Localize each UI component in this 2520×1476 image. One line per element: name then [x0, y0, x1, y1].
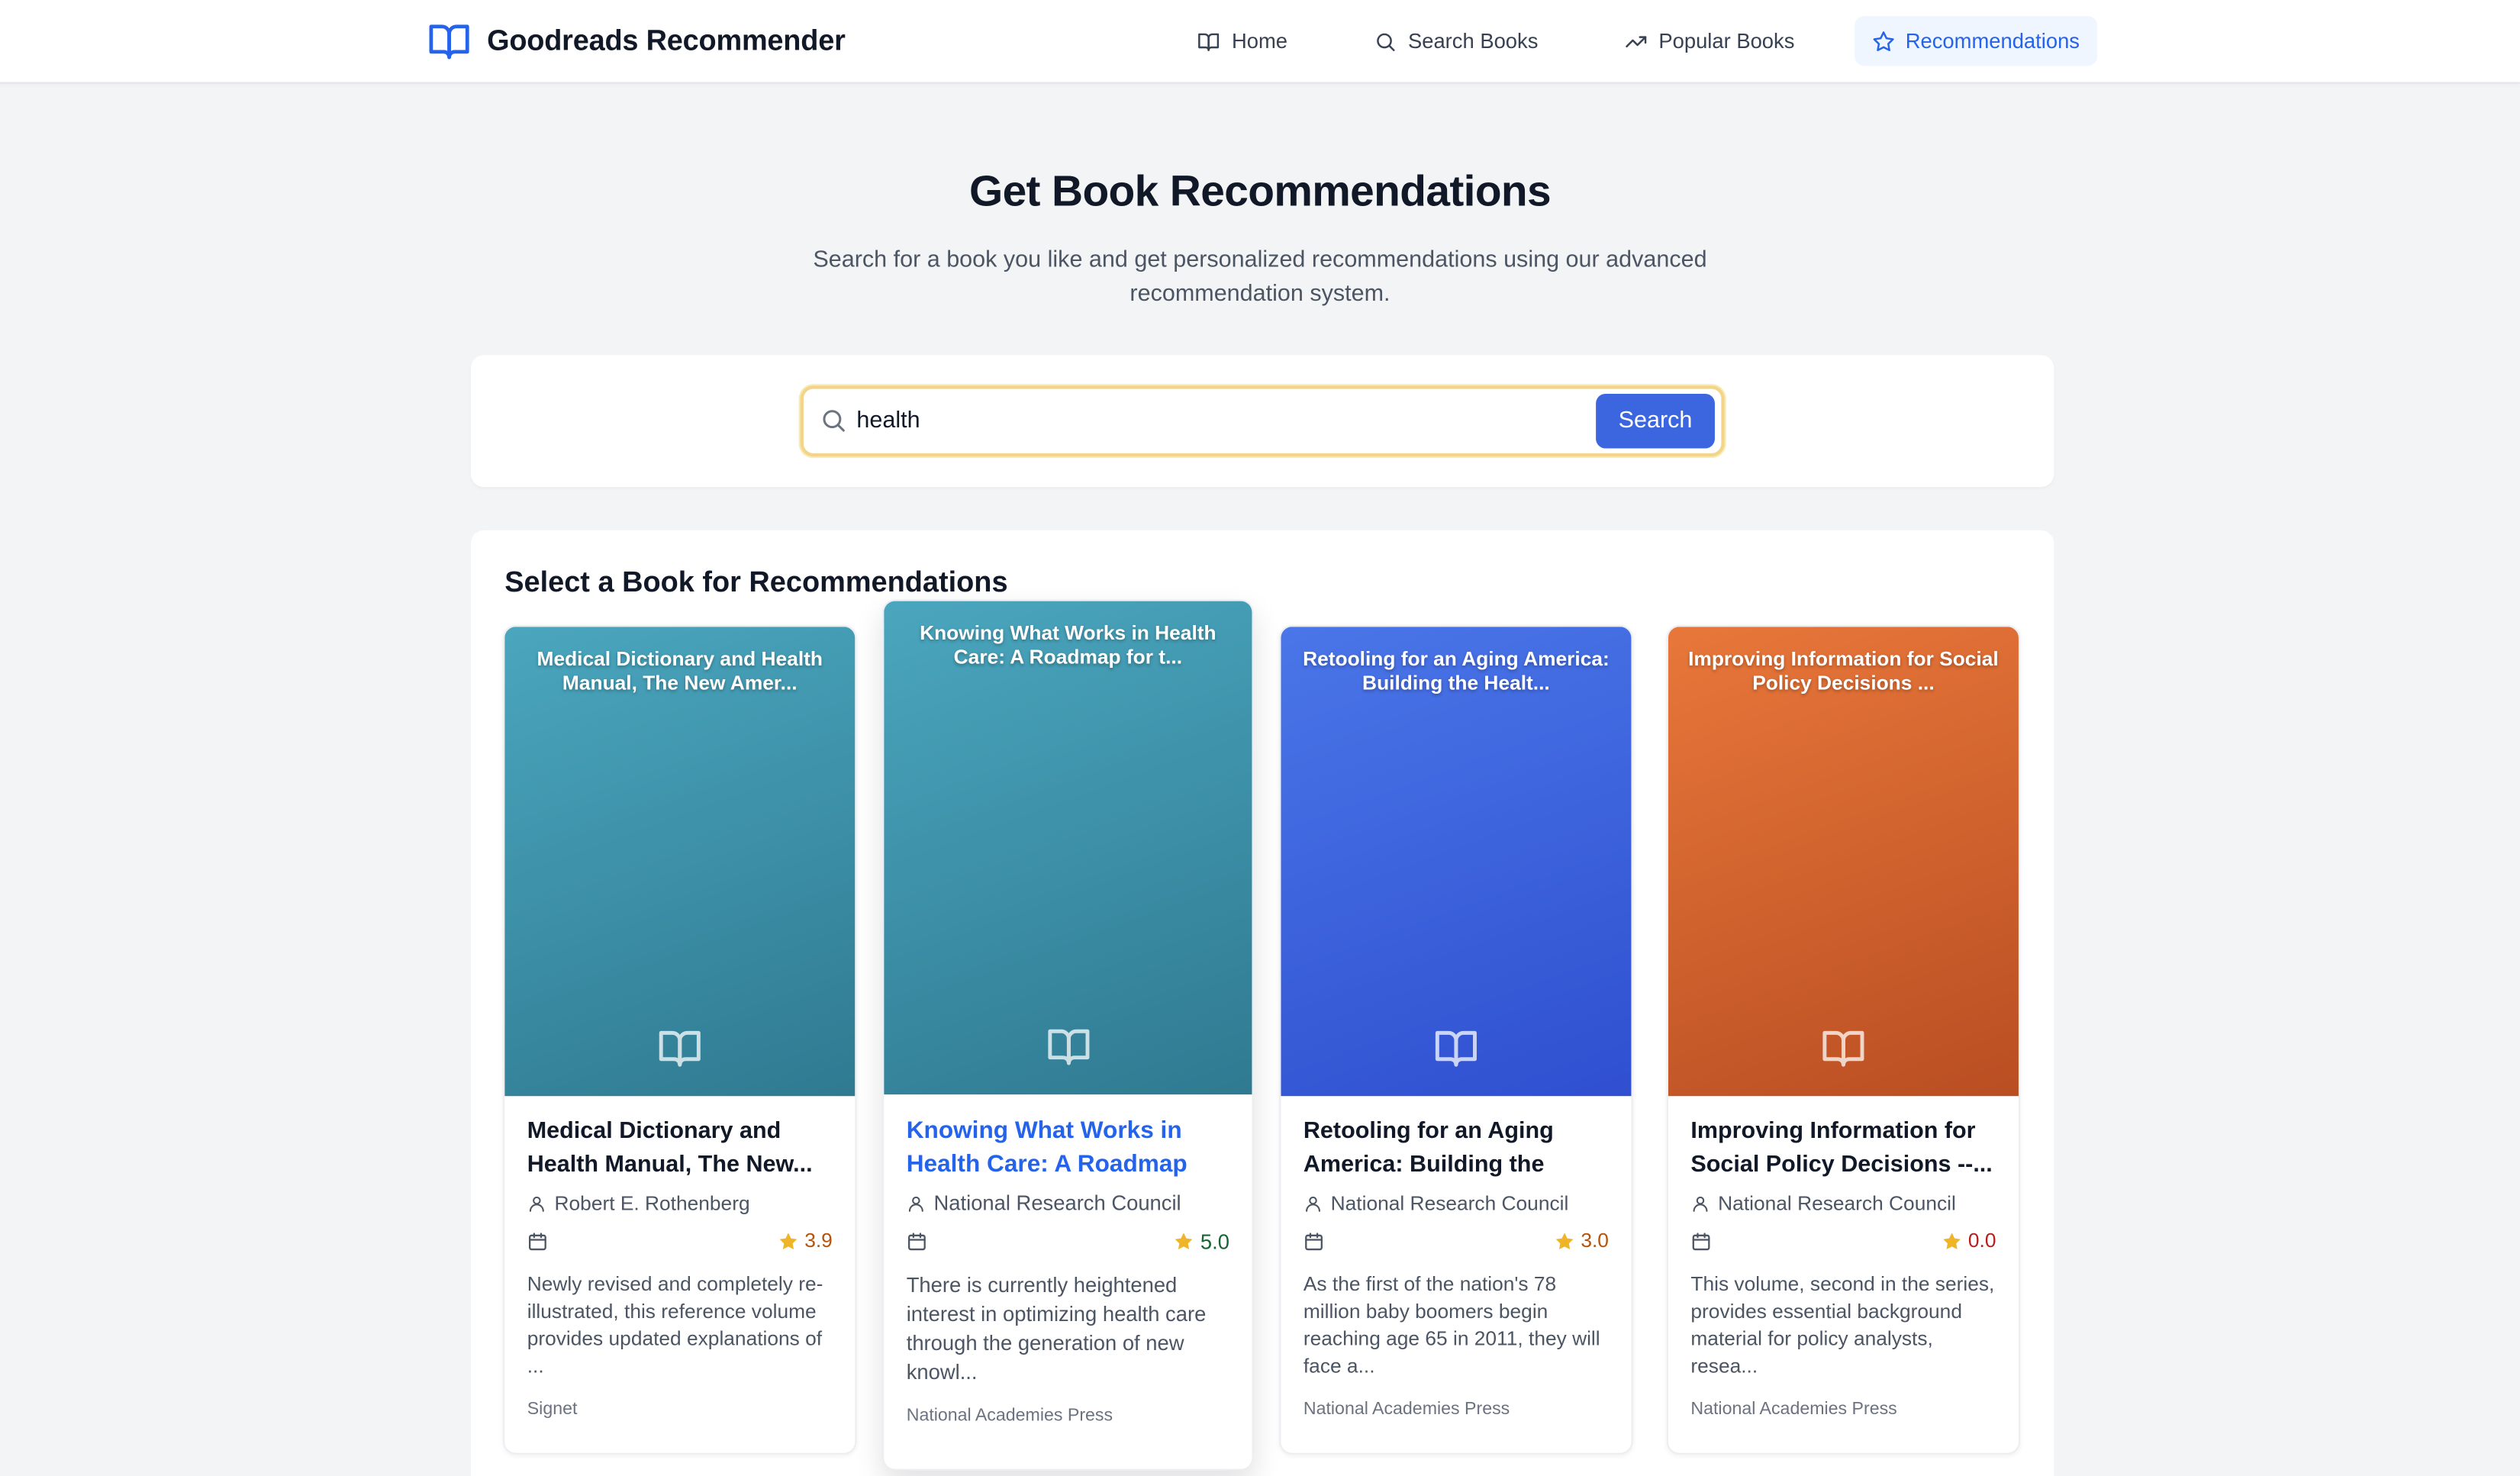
app-name: Goodreads Recommender: [487, 24, 846, 56]
book-card[interactable]: Retooling for an Aging America: Building…: [1279, 625, 1633, 1455]
trending-up-icon: [1626, 35, 1647, 47]
open-book-icon: [659, 1030, 701, 1067]
results-title: Select a Book for Recommendations: [504, 566, 1008, 598]
rating: 3.0: [1554, 1229, 1609, 1252]
open-book-icon: [1822, 1030, 1864, 1067]
nav-popular-books[interactable]: Popular Books: [1607, 16, 1813, 66]
calendar-icon: [907, 1232, 926, 1250]
meta-row: 0.0: [1690, 1228, 1996, 1254]
book-cover: Knowing What Works in Health Care: A Roa…: [884, 601, 1252, 1095]
author-name: National Research Council: [1330, 1192, 1569, 1216]
book-description: This volume, second in the series, provi…: [1690, 1272, 1995, 1378]
search-icon: [823, 410, 845, 432]
top-navbar: Goodreads Recommender Home Search Books …: [0, 0, 2520, 84]
book-card[interactable]: Medical Dictionary and Health Manual, Th…: [503, 625, 857, 1455]
rating: 0.0: [1941, 1229, 1996, 1252]
calendar-icon: [1305, 1232, 1323, 1250]
rating-value: 5.0: [1200, 1228, 1229, 1253]
open-book-icon: [429, 24, 469, 60]
calendar-icon: [1692, 1232, 1710, 1250]
book-cover: Improving Information for Social Policy …: [1668, 627, 2019, 1097]
book-title: Medical Dictionary and Health Manual, Th…: [527, 1118, 813, 1178]
book-title: Retooling for an Aging America: Building…: [1303, 1118, 1554, 1178]
book-card[interactable]: Improving Information for Social Policy …: [1666, 625, 2021, 1455]
search-panel: Search: [471, 355, 2054, 488]
book-icon: [1198, 32, 1220, 50]
book-card[interactable]: Knowing What Works in Health Care: A Roa…: [882, 599, 1254, 1471]
star-icon: [1942, 1232, 1961, 1249]
nav-recommendations[interactable]: Recommendations: [1854, 16, 2098, 66]
author-name: Robert E. Rothenberg: [554, 1192, 750, 1216]
book-title: Improving Information for Social Policy …: [1690, 1118, 1993, 1178]
main-nav: Home Search Books Popular Books Recommen…: [1181, 16, 2098, 66]
open-book-icon: [1047, 1029, 1089, 1065]
nav-home[interactable]: Home: [1181, 16, 1306, 66]
book-description: As the first of the nation's 78 million …: [1303, 1272, 1600, 1378]
book-publisher: National Academies Press: [1690, 1400, 1897, 1420]
search-icon: [1377, 32, 1395, 50]
book-publisher: National Academies Press: [906, 1406, 1113, 1426]
user-icon: [908, 1195, 923, 1211]
cover-title: Improving Information for Social Policy …: [1688, 647, 1999, 694]
brand[interactable]: Goodreads Recommender: [427, 19, 846, 63]
meta-row: 3.0: [1304, 1228, 1609, 1254]
rating-value: 0.0: [1967, 1229, 1996, 1252]
book-cover: Medical Dictionary and Health Manual, Th…: [504, 627, 856, 1097]
book-author: National Research Council: [907, 1191, 1229, 1215]
book-author: Robert E. Rothenberg: [527, 1193, 833, 1215]
star-icon: [1555, 1232, 1573, 1249]
book-title: Knowing What Works in Health Care: A Roa…: [906, 1117, 1187, 1178]
star-icon: [1175, 1232, 1193, 1249]
search-button[interactable]: Search: [1596, 393, 1715, 449]
book-description: Newly revised and completely re-illustra…: [527, 1272, 823, 1378]
user-icon: [1306, 1196, 1320, 1212]
user-icon: [529, 1196, 544, 1212]
nav-search-books-label: Search Books: [1407, 28, 1539, 53]
search-box: Search: [800, 385, 1725, 457]
user-icon: [1693, 1196, 1708, 1212]
page-subtitle: Search for a book you like and get perso…: [813, 247, 1707, 308]
author-name: National Research Council: [933, 1191, 1181, 1216]
author-name: National Research Council: [1718, 1192, 1956, 1216]
book-publisher: National Academies Press: [1303, 1400, 1510, 1420]
book-cover: Retooling for an Aging America: Building…: [1281, 627, 1632, 1097]
calendar-icon: [529, 1232, 546, 1250]
nav-search-books[interactable]: Search Books: [1357, 16, 1556, 66]
book-publisher: Signet: [527, 1400, 578, 1420]
meta-row: 3.9: [527, 1228, 833, 1254]
nav-recommendations-label: Recommendations: [1905, 28, 2080, 53]
nav-popular-books-label: Popular Books: [1658, 28, 1795, 53]
cover-title: Retooling for an Aging America: Building…: [1303, 647, 1610, 694]
open-book-icon: [1435, 1030, 1477, 1067]
rating: 5.0: [1173, 1229, 1229, 1253]
meta-row: 5.0: [907, 1228, 1229, 1254]
search-input[interactable]: [856, 403, 1565, 439]
star-icon: [778, 1232, 797, 1249]
cover-title: Medical Dictionary and Health Manual, Th…: [537, 647, 823, 694]
book-author: National Research Council: [1304, 1193, 1609, 1215]
rating-value: 3.9: [804, 1229, 833, 1252]
rating: 3.9: [777, 1229, 833, 1252]
book-description: There is currently heightened interest i…: [906, 1272, 1207, 1384]
star-icon: [1872, 31, 1893, 50]
rating-value: 3.0: [1581, 1229, 1609, 1252]
book-author: National Research Council: [1690, 1193, 1996, 1215]
cover-title: Knowing What Works in Health Care: A Roa…: [920, 621, 1216, 669]
page-title: Get Book Recommendations: [968, 167, 1552, 216]
nav-home-label: Home: [1231, 28, 1288, 53]
